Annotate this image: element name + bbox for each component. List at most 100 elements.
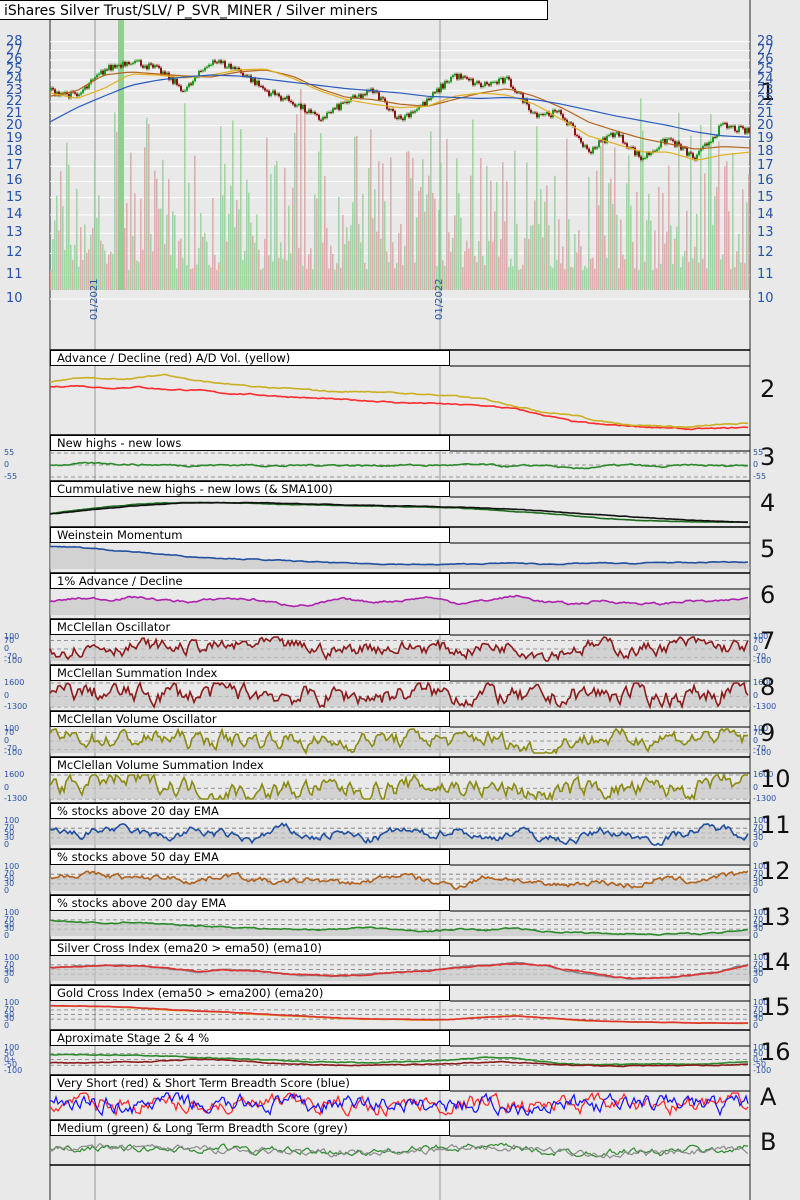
volume-bar: [606, 257, 608, 290]
volume-bar: [474, 256, 476, 290]
candle: [732, 125, 734, 128]
volume-bar: [420, 186, 422, 290]
volume-bar: [722, 254, 724, 290]
volume-bar: [470, 175, 472, 290]
candle: [396, 117, 398, 119]
candle: [414, 110, 416, 113]
volume-bar: [452, 238, 454, 290]
candle: [52, 87, 54, 90]
volume-bar: [274, 165, 276, 290]
candle: [150, 63, 152, 65]
volume-bar: [440, 162, 442, 290]
candle: [382, 97, 384, 99]
volume-bar: [80, 227, 82, 290]
candle: [720, 124, 722, 126]
candle: [508, 76, 510, 80]
candle: [362, 94, 364, 99]
candle: [600, 140, 602, 142]
volume-bar: [208, 264, 210, 290]
candle: [558, 110, 560, 112]
candle: [424, 101, 426, 106]
candle: [636, 151, 638, 156]
y-tick-right: 0: [753, 460, 759, 469]
volume-bar: [694, 246, 696, 290]
candle: [714, 137, 716, 139]
volume-bar: [166, 214, 168, 290]
candle: [190, 83, 192, 85]
y-tick-left: 18: [6, 144, 23, 160]
candle: [550, 115, 552, 118]
volume-bar: [632, 242, 634, 290]
candle: [478, 81, 480, 84]
volume-bar: [492, 241, 494, 290]
candle: [540, 114, 542, 116]
volume-bar: [568, 219, 570, 290]
volume-bar: [178, 240, 180, 290]
volume-bar: [706, 268, 708, 290]
volume-bar: [362, 193, 364, 290]
candle: [360, 94, 362, 99]
volume-bar: [100, 240, 102, 290]
volume-bar: [422, 159, 424, 290]
volume-bar: [108, 254, 110, 290]
volume-bar: [352, 202, 354, 290]
volume-bar: [498, 256, 500, 290]
volume-bar: [318, 151, 320, 290]
volume-bar: [392, 242, 394, 290]
candle: [538, 114, 540, 118]
candle: [202, 70, 204, 72]
candle: [598, 140, 600, 147]
candle: [570, 122, 572, 124]
candle: [258, 80, 260, 87]
candle: [184, 90, 186, 92]
candle: [194, 76, 196, 82]
candle: [512, 86, 514, 89]
volume-bar: [430, 131, 432, 290]
y-tick-left: 16: [6, 173, 23, 189]
volume-bar: [488, 240, 490, 290]
candle: [746, 128, 748, 134]
candle: [230, 64, 232, 69]
candle: [480, 83, 482, 87]
candle: [634, 147, 636, 156]
volume-bar: [664, 243, 666, 290]
candle: [402, 118, 404, 121]
volume-bar: [542, 237, 544, 290]
candle: [438, 88, 440, 93]
volume-bar: [134, 193, 136, 290]
volume-bar: [54, 220, 56, 290]
volume-bar: [556, 259, 558, 290]
panel-title: Advance / Decline (red) A/D Vol. (yellow…: [50, 350, 450, 366]
volume-bar: [466, 240, 468, 290]
candle: [722, 123, 724, 125]
candle: [492, 82, 494, 84]
candle: [744, 128, 746, 134]
volume-bar: [472, 119, 474, 291]
candle: [332, 108, 334, 113]
candle: [134, 60, 136, 64]
candle: [596, 146, 598, 149]
volume-bar: [314, 194, 316, 290]
candle: [252, 78, 254, 83]
y-tick-left: 14: [6, 206, 23, 222]
volume-bar: [240, 128, 242, 290]
volume-bar: [370, 129, 372, 290]
candle: [710, 141, 712, 143]
y-tick-left: 0: [4, 976, 10, 985]
volume-bar: [270, 173, 272, 290]
volume-bar: [668, 165, 670, 290]
volume-bar: [186, 265, 188, 290]
volume-bar: [588, 177, 590, 290]
volume-bar: [714, 195, 716, 290]
candle: [618, 132, 620, 137]
panel-title: Aproximate Stage 2 & 4 %: [50, 1030, 450, 1046]
candle: [528, 104, 530, 111]
candle: [380, 97, 382, 101]
volume-bar: [348, 240, 350, 290]
candle: [378, 92, 380, 101]
candle: [590, 151, 592, 154]
volume-bar: [738, 233, 740, 290]
candle: [120, 64, 122, 68]
candle: [104, 69, 106, 75]
candle: [506, 76, 508, 79]
